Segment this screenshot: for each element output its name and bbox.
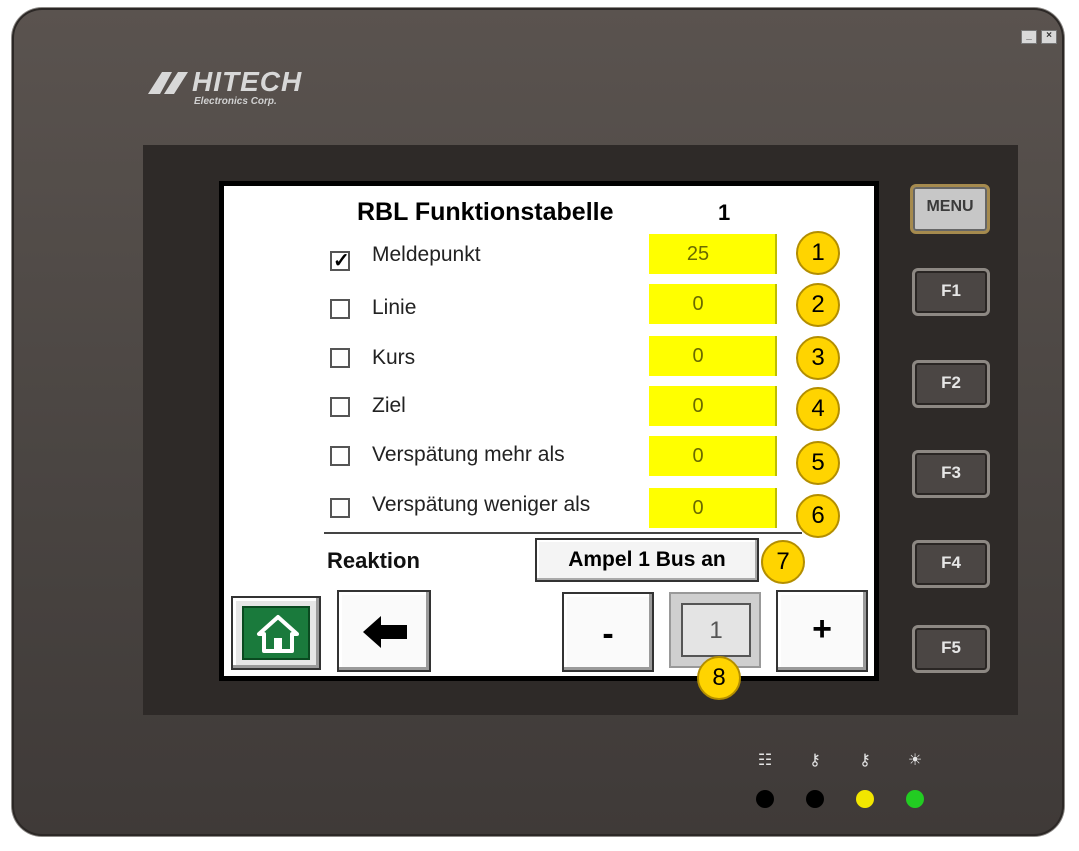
f1-key[interactable]: F1 [912, 268, 990, 316]
value-field-verspaetung-mehr[interactable]: 0 [649, 436, 777, 476]
led-key-2 [856, 790, 874, 808]
checkbox-verspaetung-weniger[interactable] [330, 498, 350, 518]
callout-3: 3 [796, 336, 840, 380]
network-icon: ☷ [757, 752, 773, 769]
row-label-ziel: Ziel [372, 394, 406, 417]
callout-1: 1 [796, 231, 840, 275]
plus-label: + [812, 610, 832, 648]
callout-2: 2 [796, 283, 840, 327]
minimize-button[interactable]: _ [1021, 30, 1037, 44]
f4-key[interactable]: F4 [912, 540, 990, 588]
value-field-linie[interactable]: 0 [649, 284, 777, 324]
checkbox-linie[interactable] [330, 299, 350, 319]
value-field-ziel[interactable]: 0 [649, 386, 777, 426]
led-key-1 [806, 790, 824, 808]
logo-mark-icon [148, 72, 188, 94]
f2-key[interactable]: F2 [912, 360, 990, 408]
home-button-face [242, 606, 310, 660]
divider [324, 532, 802, 534]
reaction-label: Reaktion [327, 548, 420, 573]
light-icon: ☀ [907, 752, 923, 769]
callout-4: 4 [796, 387, 840, 431]
key-icon: ⚷ [859, 752, 871, 769]
led-network [756, 790, 774, 808]
hmi-screen: RBL Funktionstabelle 1 Meldepunkt 25 Lin… [224, 186, 874, 676]
page-title: RBL Funktionstabelle [357, 198, 614, 226]
value-field-kurs[interactable]: 0 [649, 336, 777, 376]
row-label-verspaetung-weniger: Verspätung weniger als [372, 493, 591, 516]
back-button[interactable] [337, 590, 431, 672]
menu-key[interactable]: MENU [910, 184, 990, 234]
checkbox-ziel[interactable] [330, 397, 350, 417]
row-label-linie: Linie [372, 296, 417, 319]
reaction-select-button[interactable]: Ampel 1 Bus an [535, 538, 759, 582]
home-button[interactable] [231, 596, 321, 670]
logo-brand: HITECH [192, 66, 303, 97]
row-label-meldepunkt: Meldepunkt [372, 243, 481, 266]
table-number: 1 [718, 200, 731, 225]
page-number: 1 [681, 603, 751, 657]
hitech-logo: HITECH Electronics Corp. [148, 66, 328, 118]
minus-button[interactable]: - [562, 592, 654, 672]
row-label-verspaetung-mehr: Verspätung mehr als [372, 443, 565, 466]
callout-5: 5 [796, 441, 840, 485]
checkbox-verspaetung-mehr[interactable] [330, 446, 350, 466]
close-button[interactable]: × [1041, 30, 1057, 44]
led-light [906, 790, 924, 808]
plus-button[interactable]: + [776, 590, 868, 672]
logo-subtitle: Electronics Corp. [194, 96, 277, 107]
key-icon: ⚷ [809, 752, 821, 769]
value-field-verspaetung-weniger[interactable]: 0 [649, 488, 777, 528]
checkbox-kurs[interactable] [330, 348, 350, 368]
checkbox-meldepunkt[interactable] [330, 248, 350, 273]
value-field-meldepunkt[interactable]: 25 [649, 234, 777, 274]
row-label-kurs: Kurs [372, 346, 416, 369]
home-icon [257, 615, 299, 653]
f3-key[interactable]: F3 [912, 450, 990, 498]
callout-7: 7 [761, 540, 805, 584]
callout-6: 6 [796, 494, 840, 538]
callout-8: 8 [697, 656, 741, 700]
arrow-left-icon [363, 616, 407, 648]
minus-label: - [602, 615, 614, 653]
window-controls: _ × [1021, 30, 1057, 44]
f5-key[interactable]: F5 [912, 625, 990, 673]
